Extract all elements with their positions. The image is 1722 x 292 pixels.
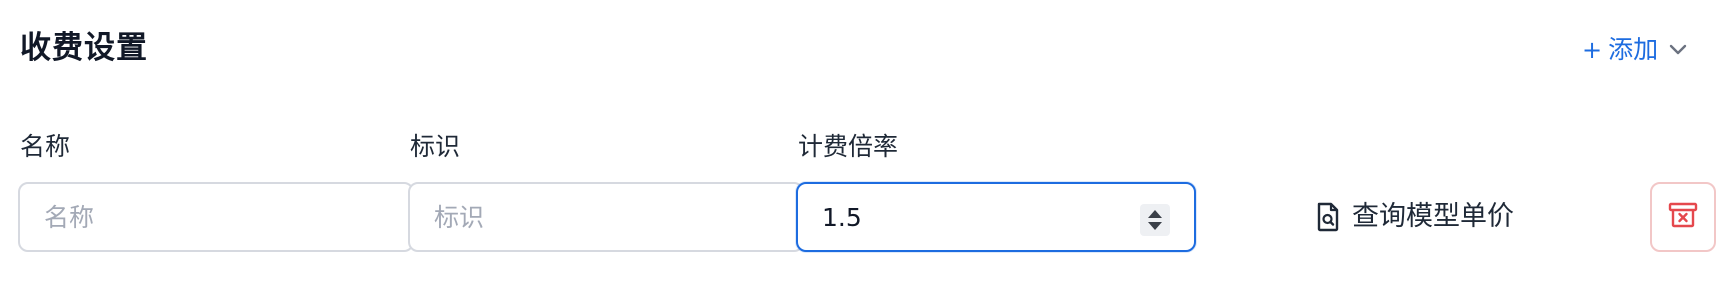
name-field-wrapper [18,182,414,252]
file-search-icon [1316,202,1340,232]
rate-input[interactable] [798,184,1194,250]
plus-icon: + [1582,36,1603,64]
rate-field-wrapper [796,182,1196,252]
name-label: 名称 [20,132,71,161]
stepper-down-icon[interactable] [1148,222,1162,230]
archive-x-icon [1668,201,1698,233]
query-model-price-label: 查询模型单价 [1352,201,1514,232]
rate-label: 计费倍率 [798,132,899,161]
query-model-price-button[interactable]: 查询模型单价 [1316,196,1514,238]
add-button-label: 添加 [1608,35,1659,64]
identifier-field-wrapper [408,182,804,252]
add-button[interactable]: + 添加 [1582,32,1688,68]
name-input[interactable] [20,184,412,250]
identifier-input[interactable] [410,184,802,250]
billing-settings-panel: 收费设置 + 添加 名称 标识 计费倍率 [0,0,1722,292]
page-title: 收费设置 [20,30,148,66]
chevron-down-icon[interactable] [1668,43,1688,57]
identifier-label: 标识 [410,132,461,161]
rate-stepper[interactable] [1140,204,1170,236]
stepper-up-icon[interactable] [1148,210,1162,218]
delete-button[interactable] [1650,182,1716,252]
